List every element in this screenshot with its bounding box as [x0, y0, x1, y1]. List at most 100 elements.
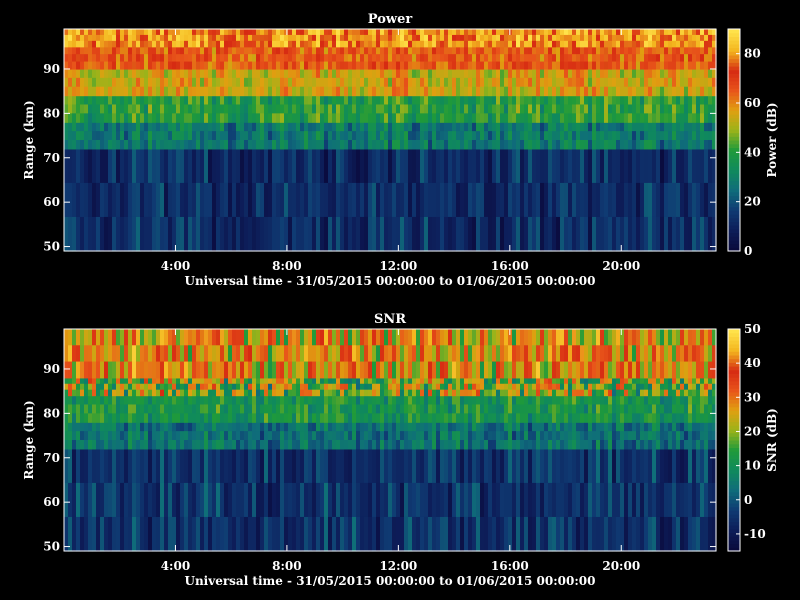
power-heat-cell — [256, 86, 261, 97]
snr-heat-cell — [372, 431, 377, 441]
snr-heat-cell — [168, 377, 173, 385]
snr-heat-cell — [424, 395, 429, 406]
power-heat-cell — [224, 61, 229, 70]
snr-heat-cell — [344, 431, 349, 441]
power-heat-cell — [692, 131, 697, 141]
snr-heat-cell — [108, 389, 113, 397]
power-heat-cell — [460, 113, 465, 123]
power-heat-cell — [672, 131, 677, 141]
power-heat-cell — [680, 104, 685, 114]
power-heat-cell — [104, 122, 109, 132]
snr-heat-cell — [172, 361, 177, 379]
snr-heat-cell — [304, 404, 309, 414]
snr-heat-cell — [300, 404, 305, 414]
snr-heat-cell — [348, 389, 353, 397]
power-heat-cell — [352, 86, 357, 97]
snr-heat-cell — [220, 404, 225, 414]
snr-heat-cell — [352, 422, 357, 432]
power-heat-cell — [212, 95, 217, 106]
snr-heat-cell — [380, 383, 385, 391]
snr-heat-cell — [432, 345, 437, 363]
power-heat-cell — [440, 77, 445, 88]
power-heat-cell — [496, 131, 501, 141]
power-heat-cell — [68, 77, 73, 88]
power-heat-cell — [280, 61, 285, 70]
power-heat-cell — [352, 54, 357, 63]
power-heat-cell — [552, 61, 557, 70]
power-heat-cell — [568, 122, 573, 132]
power-heat-cell — [672, 29, 677, 36]
power-heat-cell — [520, 86, 525, 97]
snr-heat-cell — [144, 345, 149, 363]
power-heat-cell — [176, 34, 181, 42]
snr-heat-cell — [480, 404, 485, 414]
power-heat-cell — [276, 113, 281, 123]
power-heat-cell — [472, 46, 477, 55]
snr-heat-cell — [264, 422, 269, 432]
snr-heat-cell — [504, 422, 509, 432]
snr-heat-cell — [556, 361, 561, 379]
power-heat-cell — [132, 54, 137, 63]
power-heat-cell — [320, 122, 325, 132]
snr-heat-cell — [568, 395, 573, 406]
snr-heat-cell — [384, 383, 389, 391]
power-heat-cell — [344, 46, 349, 55]
power-heat-cell — [168, 122, 173, 132]
power-heat-cell — [324, 40, 329, 48]
power-heat-cell — [704, 54, 709, 63]
power-heat-cell — [332, 68, 337, 79]
snr-heat-cell — [500, 422, 505, 432]
power-heat-cell — [192, 86, 197, 97]
power-colorbar-segment — [728, 210, 740, 215]
snr-heat-cell — [264, 516, 269, 552]
power-heat-cell — [324, 68, 329, 79]
snr-heat-cell — [548, 383, 553, 391]
power-heat-cell — [472, 104, 477, 114]
power-heat-cell — [260, 131, 265, 141]
power-heat-cell — [336, 68, 341, 79]
power-heat-cell — [624, 140, 629, 150]
power-heat-cell — [268, 29, 273, 36]
snr-heat-cell — [440, 395, 445, 406]
power-heat-cell — [504, 182, 509, 218]
power-heat-cell — [460, 40, 465, 48]
power-heat-cell — [140, 216, 145, 252]
snr-heat-cell — [456, 413, 461, 423]
power-heat-cell — [320, 77, 325, 88]
power-heat-cell — [496, 182, 501, 218]
power-heat-cell — [76, 40, 81, 48]
power-heat-cell — [408, 61, 413, 70]
snr-heat-cell — [96, 329, 101, 346]
snr-heat-cell — [228, 448, 233, 484]
power-heat-cell — [536, 54, 541, 63]
snr-heat-cell — [552, 383, 557, 391]
snr-heat-cell — [244, 329, 249, 346]
power-heat-cell — [552, 46, 557, 55]
power-heat-cell — [348, 131, 353, 141]
snr-heat-cell — [288, 383, 293, 391]
power-heat-cell — [96, 148, 101, 184]
snr-heat-cell — [208, 345, 213, 363]
power-heat-cell — [88, 86, 93, 97]
power-heat-cell — [560, 86, 565, 97]
snr-heat-cell — [88, 377, 93, 385]
snr-heat-cell — [280, 345, 285, 363]
snr-heat-cell — [432, 440, 437, 450]
power-heat-cell — [200, 182, 205, 218]
power-heat-cell — [400, 34, 405, 42]
power-heat-cell — [424, 54, 429, 63]
snr-heat-cell — [328, 361, 333, 379]
power-heat-cell — [692, 216, 697, 252]
power-heat-cell — [704, 46, 709, 55]
snr-heat-cell — [576, 395, 581, 406]
power-heat-cell — [480, 140, 485, 150]
power-heat-cell — [324, 95, 329, 106]
power-heat-cell — [280, 54, 285, 63]
snr-heat-cell — [96, 404, 101, 414]
snr-heat-cell — [576, 422, 581, 432]
snr-heat-cell — [312, 482, 317, 518]
power-heat-cell — [472, 216, 477, 252]
power-heat-cell — [316, 122, 321, 132]
snr-heat-cell — [384, 329, 389, 346]
power-heat-cell — [292, 40, 297, 48]
